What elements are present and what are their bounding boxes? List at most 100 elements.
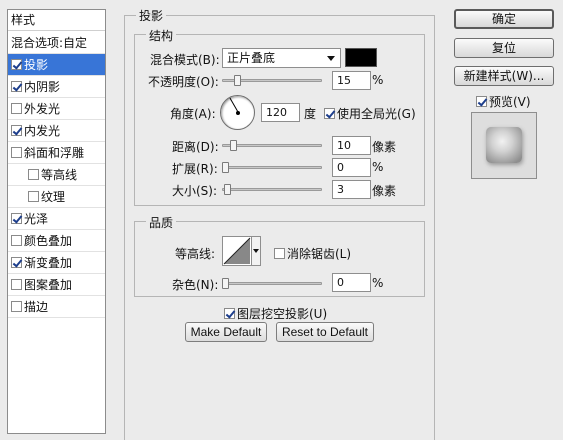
anti-alias-option[interactable]: 消除锯齿(L) <box>274 245 351 262</box>
preview-label: 预览(V) <box>489 95 531 109</box>
contour-checkbox[interactable] <box>28 169 39 180</box>
global-light-checkbox[interactable] <box>324 108 335 119</box>
knockout-checkbox[interactable] <box>224 308 235 319</box>
style-item-label: 纹理 <box>41 190 66 204</box>
drop-shadow-title: 投影 <box>136 7 167 24</box>
gradient-overlay-checkbox[interactable] <box>11 257 22 268</box>
spread-input[interactable]: 0 <box>332 158 371 177</box>
new-style-button[interactable]: 新建样式(W)... <box>454 66 554 86</box>
style-item-label: 内阴影 <box>24 80 61 94</box>
knockout-option[interactable]: 图层挖空投影(U) <box>224 305 327 322</box>
blend-mode-value: 正片叠底 <box>227 51 276 65</box>
shadow-color-swatch[interactable] <box>345 48 377 67</box>
structure-title: 结构 <box>146 27 177 44</box>
angle-dial[interactable] <box>220 95 255 130</box>
style-item-texture[interactable]: 纹理 <box>8 186 105 208</box>
size-slider-thumb[interactable] <box>224 184 231 195</box>
preview-checkbox[interactable] <box>476 96 487 107</box>
noise-unit: % <box>372 276 384 290</box>
style-item-gradient-overlay[interactable]: 渐变叠加 <box>8 252 105 274</box>
quality-title: 品质 <box>146 214 177 231</box>
spread-unit: % <box>372 160 384 174</box>
style-item-label: 内发光 <box>24 124 61 138</box>
blending-options-item[interactable]: 混合选项:自定 <box>8 32 105 54</box>
angle-unit: 度 <box>304 107 317 121</box>
style-item-pattern-overlay[interactable]: 图案叠加 <box>8 274 105 296</box>
outer-glow-checkbox[interactable] <box>11 103 22 114</box>
satin-checkbox[interactable] <box>11 213 22 224</box>
global-light-label: 使用全局光(G) <box>337 107 416 121</box>
preview-option[interactable]: 预览(V) <box>476 93 531 110</box>
style-item-label: 光泽 <box>24 212 49 226</box>
stroke-checkbox[interactable] <box>11 301 22 312</box>
size-unit: 像素 <box>372 184 397 198</box>
blending-options-label: 混合选项:自定 <box>11 36 88 50</box>
contour-label: 等高线: <box>175 247 216 261</box>
spread-slider-thumb[interactable] <box>222 162 229 173</box>
style-item-satin[interactable]: 光泽 <box>8 208 105 230</box>
contour-picker[interactable] <box>222 236 261 266</box>
texture-checkbox[interactable] <box>28 191 39 202</box>
style-item-label: 图案叠加 <box>24 278 73 292</box>
bevel-emboss-checkbox[interactable] <box>11 147 22 158</box>
style-item-label: 斜面和浮雕 <box>24 146 85 160</box>
style-item-stroke[interactable]: 描边 <box>8 296 105 318</box>
styles-header: 样式 <box>8 10 105 31</box>
style-item-label: 外发光 <box>24 102 61 116</box>
inner-shadow-checkbox[interactable] <box>11 81 22 92</box>
contour-curve-icon <box>223 237 251 265</box>
anti-alias-checkbox[interactable] <box>274 248 285 259</box>
style-preview-thumbnail <box>471 112 537 179</box>
styles-list-panel: 样式 混合选项:自定 投影 内阴影 外发光 内发光 斜面和浮雕 等高线 纹理 光… <box>7 9 106 434</box>
chevron-down-icon <box>327 56 335 61</box>
size-label: 大小(S): <box>172 184 218 198</box>
style-item-label: 投影 <box>24 58 49 72</box>
drop-shadow-checkbox[interactable] <box>11 59 22 70</box>
style-item-outer-glow[interactable]: 外发光 <box>8 98 105 120</box>
noise-slider-thumb[interactable] <box>222 278 229 289</box>
noise-label: 杂色(N): <box>172 278 219 292</box>
noise-input[interactable]: 0 <box>332 273 371 292</box>
distance-slider[interactable] <box>222 144 322 147</box>
blend-mode-label: 混合模式(B): <box>150 53 220 67</box>
noise-slider[interactable] <box>222 282 322 285</box>
spread-label: 扩展(R): <box>172 162 218 176</box>
anti-alias-label: 消除锯齿(L) <box>287 247 352 261</box>
preview-swatch <box>486 127 522 163</box>
chevron-down-icon[interactable] <box>251 237 260 265</box>
opacity-slider-thumb[interactable] <box>234 75 241 86</box>
style-item-bevel-emboss[interactable]: 斜面和浮雕 <box>8 142 105 164</box>
global-light-option[interactable]: 使用全局光(G) <box>324 105 416 122</box>
blend-mode-select[interactable]: 正片叠底 <box>222 48 341 68</box>
style-item-drop-shadow[interactable]: 投影 <box>8 54 105 76</box>
style-item-inner-glow[interactable]: 内发光 <box>8 120 105 142</box>
style-item-inner-shadow[interactable]: 内阴影 <box>8 76 105 98</box>
distance-label: 距离(D): <box>172 140 219 154</box>
style-item-label: 渐变叠加 <box>24 256 73 270</box>
inner-glow-checkbox[interactable] <box>11 125 22 136</box>
angle-input[interactable]: 120 <box>261 103 300 122</box>
style-item-label: 颜色叠加 <box>24 234 73 248</box>
distance-unit: 像素 <box>372 140 397 154</box>
style-item-contour[interactable]: 等高线 <box>8 164 105 186</box>
knockout-label: 图层挖空投影(U) <box>237 307 328 321</box>
style-item-color-overlay[interactable]: 颜色叠加 <box>8 230 105 252</box>
style-item-label: 等高线 <box>41 168 78 182</box>
color-overlay-checkbox[interactable] <box>11 235 22 246</box>
pattern-overlay-checkbox[interactable] <box>11 279 22 290</box>
reset-to-default-button[interactable]: Reset to Default <box>276 322 374 342</box>
size-slider[interactable] <box>222 188 322 191</box>
distance-input[interactable]: 10 <box>332 136 371 155</box>
size-input[interactable]: 3 <box>332 180 371 199</box>
opacity-input[interactable]: 15 <box>332 71 371 90</box>
angle-center-dot <box>236 111 240 115</box>
ok-button[interactable]: 确定 <box>454 9 554 29</box>
distance-slider-thumb[interactable] <box>230 140 237 151</box>
angle-label: 角度(A): <box>170 107 216 121</box>
make-default-button[interactable]: Make Default <box>185 322 267 342</box>
style-item-label: 描边 <box>24 300 49 314</box>
opacity-unit: % <box>372 73 384 87</box>
opacity-label: 不透明度(O): <box>148 75 219 89</box>
spread-slider[interactable] <box>222 166 322 169</box>
reset-button[interactable]: 复位 <box>454 38 554 58</box>
